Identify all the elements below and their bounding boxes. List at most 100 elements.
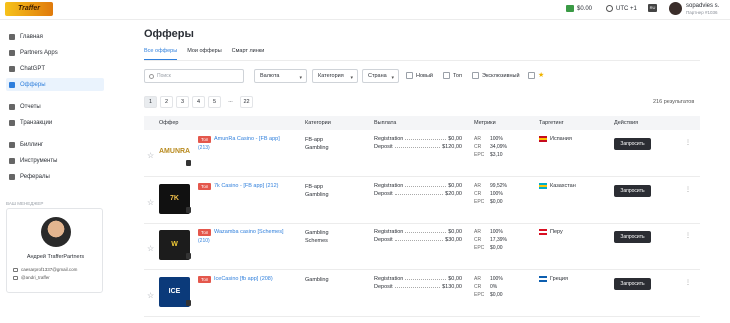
column-offer[interactable]: Оффер [159, 120, 178, 126]
offer-name-link[interactable]: Wazamba casino [Schemes] [214, 229, 304, 235]
page-button[interactable]: 5 [208, 96, 221, 108]
checkbox[interactable] [443, 72, 450, 79]
favorite-star-icon[interactable]: ☆ [147, 244, 154, 253]
request-offer-button[interactable]: Запросить [614, 231, 651, 243]
wrench-icon [9, 157, 15, 164]
top-badge: Топ [198, 276, 212, 283]
request-offer-button[interactable]: Запросить [614, 138, 651, 150]
category-select-label: Категория [318, 73, 344, 79]
country-select[interactable]: Страна ▾ [362, 69, 399, 83]
metric-key: AR [474, 276, 481, 282]
user-name[interactable]: sopadvies s. [686, 3, 719, 9]
page-button[interactable]: 2 [160, 96, 173, 108]
category-2: Gambling [305, 145, 329, 151]
sidebar-item-chatgpt[interactable]: ChatGPT [6, 62, 104, 75]
payout-label: Registration [374, 276, 404, 282]
metric-value: 100% [490, 136, 503, 142]
logo[interactable]: Traffer [5, 2, 53, 16]
column-metrics[interactable]: Метрики [474, 120, 496, 126]
manager-telegram-text: @andri_traffer [21, 275, 50, 280]
category-1: FB-app [305, 184, 324, 190]
column-categories[interactable]: Категории [305, 120, 331, 126]
sidebar-item-home[interactable]: Главная [6, 30, 104, 43]
favorite-star-icon[interactable]: ☆ [147, 291, 154, 300]
offer-id[interactable]: (210) [198, 238, 210, 244]
sidebar-item-tools[interactable]: Инструменты [6, 154, 104, 167]
favorite-star-icon[interactable]: ☆ [147, 198, 154, 207]
metric-value: 100% [490, 229, 503, 235]
sidebar-item-label: Главная [20, 33, 43, 40]
leader-dots [405, 229, 447, 233]
sidebar-item-referrals[interactable]: Рефералы [6, 170, 104, 183]
payout-label: Registration [374, 229, 404, 235]
tab-my-offers[interactable]: Мои офферы [187, 48, 221, 60]
metric-ar: AR 100% [474, 229, 503, 235]
sidebar-item-offers[interactable]: Офферы [6, 78, 104, 91]
targeting-geo: Казахстан [539, 183, 576, 189]
more-options-icon[interactable]: ⋮ [685, 232, 691, 239]
metric-epc: EPC $0,00 [474, 199, 503, 205]
country-flag-icon [539, 136, 547, 142]
balance[interactable]: $0.00 [566, 5, 592, 12]
metric-ar: AR 100% [474, 136, 503, 142]
sidebar-item-reports[interactable]: Отчеты [6, 100, 104, 113]
avatar[interactable] [669, 2, 682, 15]
manager-section-label: ВАШ МЕНЕДЖЕР [6, 201, 44, 206]
filter-exclusive[interactable]: Эксклюзивный [472, 72, 520, 79]
checkbox[interactable] [528, 71, 535, 79]
sidebar-item-label: Офферы [20, 81, 46, 88]
top-badge: Топ [198, 229, 212, 236]
tabs-divider [144, 60, 700, 61]
currency-select[interactable]: Валюта ▾ [254, 69, 307, 83]
offer-name-link[interactable]: 7k Casino - [FB app] (212) [214, 183, 304, 189]
payout-label: Registration [374, 183, 404, 189]
timezone[interactable]: UTC +1 [606, 5, 637, 12]
favorite-star-icon[interactable]: ☆ [147, 151, 154, 160]
category-select[interactable]: Категория ▾ [312, 69, 358, 83]
tab-all-offers[interactable]: Все офферы [144, 48, 178, 60]
sidebar-item-billing[interactable]: Биллинг [6, 138, 104, 151]
filter-new[interactable]: Новый [406, 72, 433, 79]
checkbox[interactable] [406, 72, 413, 79]
page-button[interactable]: 4 [192, 96, 205, 108]
category-2: Schemes [305, 238, 328, 244]
tab-smart-links[interactable]: Смарт линки [232, 48, 265, 60]
offer-id[interactable]: (213) [198, 145, 210, 151]
filter-top[interactable]: Топ [443, 72, 462, 79]
manager-telegram[interactable]: @andri_traffer [13, 275, 50, 280]
sidebar-item-transactions[interactable]: Транзакции [6, 116, 104, 129]
leader-dots [394, 191, 444, 195]
page-button[interactable]: 22 [240, 96, 253, 108]
leader-dots [405, 276, 447, 280]
category-1: Gambling [305, 277, 329, 283]
more-options-icon[interactable]: ⋮ [685, 186, 691, 193]
metric-cr: CR 0% [474, 284, 497, 290]
metric-value: 34,09% [490, 144, 507, 150]
category-1: FB-app [305, 137, 324, 143]
offer-name-link[interactable]: AmunRa Casino - [FB app] [214, 136, 304, 142]
metric-cr: CR 100% [474, 191, 503, 197]
language-switch[interactable]: RU [648, 4, 657, 12]
more-options-icon[interactable]: ⋮ [685, 279, 691, 286]
request-offer-button[interactable]: Запросить [614, 278, 651, 290]
metric-value: $0,00 [490, 199, 503, 205]
leader-dots [405, 183, 447, 187]
search-input[interactable]: Поиск [144, 69, 244, 83]
manager-email[interactable]: caesarprof1337@gmail.com [13, 267, 77, 272]
metric-ar: AR 100% [474, 276, 503, 282]
offer-name-link[interactable]: IceCasino [fb app] (208) [214, 276, 304, 282]
sidebar-item-partners-apps[interactable]: Partners Apps [6, 46, 104, 59]
checkbox[interactable] [472, 72, 479, 79]
more-options-icon[interactable]: ⋮ [685, 139, 691, 146]
page-button[interactable]: 3 [176, 96, 189, 108]
payout-deposit: Deposit $20,00 [374, 191, 462, 197]
payout-label: Deposit [374, 237, 393, 243]
page-ellipsis: ... [228, 98, 233, 104]
request-offer-button[interactable]: Запросить [614, 185, 651, 197]
page-button[interactable]: 1 [144, 96, 157, 108]
filter-favorites[interactable]: ★ [528, 71, 544, 79]
payout-value: $130,00 [442, 284, 462, 290]
metric-key: CR [474, 191, 482, 197]
country-name: Испания [550, 136, 572, 142]
card-icon [9, 141, 15, 148]
